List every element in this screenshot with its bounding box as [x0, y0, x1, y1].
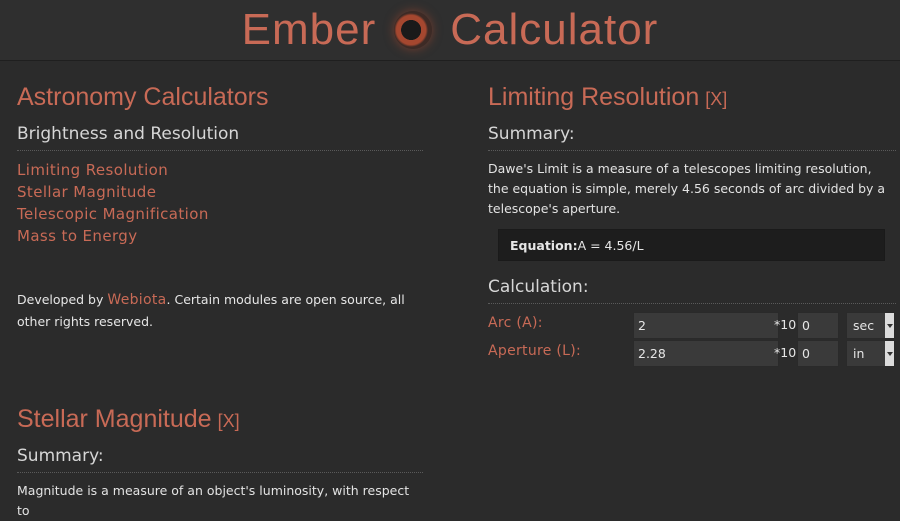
- developer-prefix: Developed by: [17, 292, 104, 307]
- brand[interactable]: Ember Calculator: [0, 0, 900, 60]
- link-telescopic-magnification[interactable]: Telescopic Magnification: [17, 203, 423, 225]
- chevron-down-icon: [885, 313, 894, 338]
- stellar-magnitude-title-wrap: Stellar Magnitude [X]: [17, 394, 423, 444]
- calculation-heading: Calculation:: [488, 277, 896, 304]
- link-mass-to-energy[interactable]: Mass to Energy: [17, 225, 423, 247]
- equation-value: A = 4.56/L: [577, 237, 644, 253]
- astronomy-calculators-title: Astronomy Calculators: [17, 83, 269, 111]
- chevron-down-icon: [885, 341, 894, 366]
- aperture-unit-select[interactable]: in: [846, 340, 895, 367]
- equation-label: Equation:: [510, 237, 578, 253]
- arc-row: Arc (A): *10^ sec: [488, 312, 896, 339]
- stellar-magnitude-section: Stellar Magnitude [X] Summary: Magnitude …: [17, 394, 423, 521]
- calculator-links: Limiting Resolution Stellar Magnitude Te…: [17, 159, 423, 247]
- link-stellar-magnitude[interactable]: Stellar Magnitude: [17, 181, 423, 203]
- summary-heading: Summary:: [488, 124, 896, 151]
- close-limiting-resolution-button[interactable]: [X]: [705, 89, 727, 109]
- stellar-summary-text: Magnitude is a measure of an object's lu…: [17, 483, 410, 518]
- brand-left-word: Ember: [241, 5, 377, 54]
- limiting-resolution-title-wrap: Limiting Resolution [X]: [488, 72, 896, 122]
- stellar-summary-heading: Summary:: [17, 446, 423, 473]
- brand-right-word: Calculator: [450, 5, 659, 54]
- arc-unit-value: sec: [853, 318, 875, 333]
- developer-note: Developed by Webiota. Certain modules ar…: [17, 289, 423, 333]
- aperture-exponent-input[interactable]: [797, 340, 839, 367]
- aperture-input[interactable]: [633, 340, 779, 367]
- link-limiting-resolution[interactable]: Limiting Resolution: [17, 159, 423, 181]
- summary-text: Dawe's Limit is a measure of a telescope…: [488, 161, 886, 216]
- aperture-row: Aperture (L): *10^ in: [488, 340, 896, 367]
- arc-label: Arc (A):: [488, 315, 543, 331]
- webiota-link[interactable]: Webiota: [107, 292, 166, 308]
- right-column: Limiting Resolution [X] Summary: Dawe's L…: [488, 72, 896, 367]
- close-stellar-magnitude-button[interactable]: [X]: [218, 411, 240, 431]
- brightness-resolution-heading: Brightness and Resolution: [17, 124, 423, 151]
- top-header: Ember Calculator: [0, 0, 900, 61]
- left-column: Astronomy Calculators Brightness and Res…: [17, 72, 423, 333]
- aperture-label: Aperture (L):: [488, 343, 582, 359]
- stellar-magnitude-title: Stellar Magnitude: [17, 405, 212, 433]
- arc-unit-select[interactable]: sec: [846, 312, 895, 339]
- equation-box: Equation: A = 4.56/L: [498, 229, 885, 261]
- aperture-unit-value: in: [853, 346, 865, 361]
- limiting-resolution-title: Limiting Resolution: [488, 83, 700, 111]
- ember-orb-icon: [394, 11, 433, 49]
- arc-exponent-input[interactable]: [797, 312, 839, 339]
- arc-input[interactable]: [633, 312, 779, 339]
